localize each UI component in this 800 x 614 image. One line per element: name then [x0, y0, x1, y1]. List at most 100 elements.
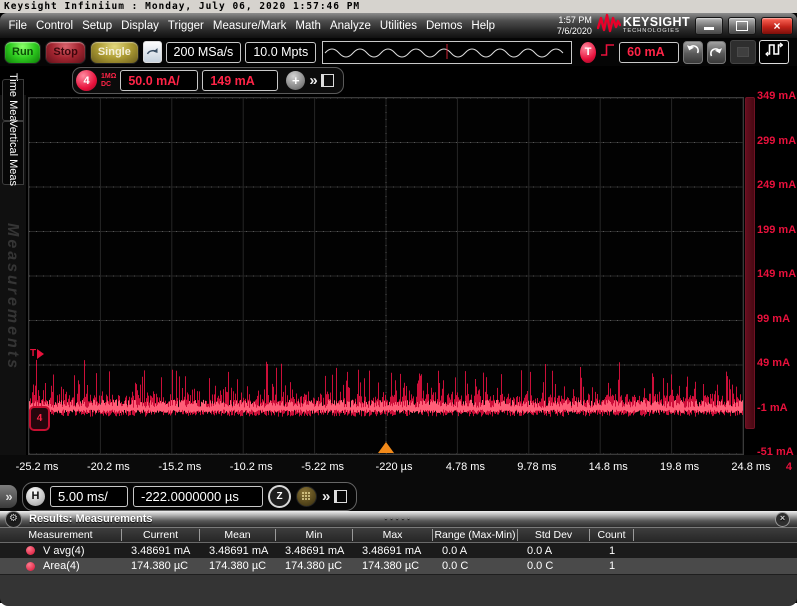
column-header-current[interactable]: Current	[122, 529, 200, 541]
expand-chevron-icon[interactable]: »	[309, 73, 316, 88]
horizontal-position-field[interactable]: -222.0000000 µs	[133, 486, 263, 507]
redo-icon	[709, 46, 723, 59]
column-header-count[interactable]: Count	[590, 529, 634, 541]
value-cell: 1	[590, 560, 634, 572]
column-header-filler	[634, 529, 797, 541]
zoom-button[interactable]: Z	[268, 485, 291, 508]
screen: Keysight Infiniium : Monday, July 06, 20…	[0, 0, 800, 614]
trigger-level-marker[interactable]: T	[30, 348, 44, 359]
menu-item-trigger[interactable]: Trigger	[163, 20, 208, 32]
column-header-min[interactable]: Min	[276, 529, 353, 541]
trigger-button[interactable]: T	[580, 42, 596, 63]
keysight-spark-icon	[597, 13, 621, 38]
vertical-offset-field[interactable]: 149 mA	[202, 70, 278, 91]
sidebar-tab-vertical-meas[interactable]: Vertical Meas	[2, 121, 24, 185]
maximize-button[interactable]	[728, 17, 756, 35]
undo-button[interactable]	[683, 41, 702, 64]
channel-setup-row: 4 1MΩ DC 50.0 mA/ 149 mA + »	[0, 66, 797, 95]
waveform-preview[interactable]	[322, 41, 572, 64]
touch-button[interactable]	[143, 41, 162, 63]
channel-coupling: 1MΩ DC	[101, 73, 116, 88]
waveform-tools-button[interactable]	[759, 40, 789, 64]
channel-4-button[interactable]: 4	[76, 70, 97, 91]
menu-items: FileControlSetupDisplayTriggerMeasure/Ma…	[4, 20, 500, 32]
close-button[interactable]: ×	[761, 17, 793, 35]
menu-item-math[interactable]: Math	[291, 20, 326, 32]
y-axis-label: 149 mA	[757, 268, 797, 280]
measurement-color-dot	[26, 546, 35, 555]
measurements-watermark: Measurements	[3, 223, 21, 371]
x-axis-label: -5.22 ms	[301, 461, 344, 473]
measurement-name-cell: Area(4)	[0, 560, 122, 572]
gear-icon[interactable]: ⚙	[5, 511, 22, 528]
timebase-field[interactable]: 5.00 ms/	[50, 486, 128, 507]
y-axis-label: 99 mA	[757, 313, 797, 325]
table-row[interactable]: V avg(4)3.48691 mA3.48691 mA3.48691 mA3.…	[0, 543, 797, 558]
menu-item-analyze[interactable]: Analyze	[325, 20, 375, 32]
horizontal-controls-row: » H 5.00 ms/ -222.0000000 µs Z »	[0, 481, 797, 511]
x-axis-label: -15.2 ms	[158, 461, 201, 473]
dock-panel-icon[interactable]	[334, 490, 347, 503]
menu-item-measure-mark[interactable]: Measure/Mark	[208, 20, 291, 32]
menu-item-help[interactable]: Help	[467, 20, 500, 32]
expand-chevron-icon[interactable]: »	[322, 489, 329, 504]
keysight-logo: KEYSIGHT TECHNOLOGIES	[597, 13, 690, 38]
dock-panel-icon[interactable]	[321, 74, 334, 87]
column-header-mean[interactable]: Mean	[200, 529, 276, 541]
vertical-scale-bar[interactable]	[745, 97, 755, 429]
trigger-level-field[interactable]: 60 mA	[619, 42, 679, 63]
x-axis-label: -220 µs	[376, 461, 413, 473]
drag-grip-icon[interactable]: ·····	[384, 513, 412, 525]
sample-rate-field[interactable]: 200 MSa/s	[166, 42, 242, 63]
scope-main: Measurements Time MeasVertical Meas T 4 …	[0, 95, 797, 455]
waveform-display[interactable]	[28, 97, 744, 455]
results-panel-header[interactable]: ⚙ Results: Measurements ····· ×	[0, 511, 797, 527]
stop-button[interactable]: Stop	[45, 41, 85, 64]
redo-button[interactable]	[707, 41, 726, 64]
single-button[interactable]: Single	[90, 41, 139, 64]
touch-gesture-icon	[146, 43, 159, 61]
value-cell: 1	[590, 545, 634, 557]
channel-ground-marker[interactable]: 4	[29, 406, 50, 431]
results-title: Results: Measurements	[29, 513, 153, 525]
waveform-plot[interactable]	[29, 98, 743, 454]
horizontal-button[interactable]: H	[26, 487, 45, 506]
sidebar-tab-time-meas[interactable]: Time Meas	[2, 79, 24, 121]
channel-badge: 4	[786, 461, 792, 473]
left-sidebar: Measurements Time MeasVertical Meas	[0, 95, 26, 455]
acquisition-toolbar: Run Stop Single 200 MSa/s 10.0 Mpts T 60…	[0, 38, 797, 66]
menu-item-demos[interactable]: Demos	[421, 20, 466, 32]
x-axis-label: -20.2 ms	[87, 461, 130, 473]
channel-coupling-mode: DC	[101, 81, 116, 88]
value-cell: 174.380 µC	[200, 560, 276, 572]
menu-item-setup[interactable]: Setup	[78, 20, 117, 32]
panel-footer	[0, 574, 797, 606]
results-close-button[interactable]: ×	[775, 512, 790, 527]
panel-expander-button[interactable]: »	[0, 485, 17, 508]
measurement-name: V avg(4)	[43, 545, 85, 557]
column-header-range-max-min[interactable]: Range (Max-Min)	[433, 529, 518, 541]
window-title: Keysight Infiniium : Monday, July 06, 20…	[4, 1, 360, 12]
menu-item-utilities[interactable]: Utilities	[375, 20, 421, 32]
table-row[interactable]: Area(4)174.380 µC174.380 µC174.380 µC174…	[0, 558, 797, 574]
trigger-time-marker[interactable]	[378, 442, 394, 453]
column-header-max[interactable]: Max	[353, 529, 433, 541]
trigger-arrow-icon	[37, 349, 44, 359]
navigate-knob-button[interactable]	[296, 486, 317, 507]
run-button[interactable]: Run	[4, 41, 41, 64]
menu-item-file[interactable]: File	[4, 20, 32, 32]
value-cell: 3.48691 mA	[276, 545, 353, 557]
knob-dots-icon	[302, 492, 304, 494]
close-icon: ×	[773, 19, 780, 33]
vertical-scale-field[interactable]: 50.0 mA/	[120, 70, 198, 91]
menu-item-display[interactable]: Display	[117, 20, 164, 32]
menu-item-control[interactable]: Control	[32, 20, 78, 32]
secondary-tool-button[interactable]	[730, 40, 756, 64]
value-cell: 3.48691 mA	[122, 545, 200, 557]
window-title-bar[interactable]: Keysight Infiniium : Monday, July 06, 20…	[0, 0, 797, 13]
column-header-measurement[interactable]: Measurement	[0, 529, 122, 541]
column-header-std-dev[interactable]: Std Dev	[518, 529, 590, 541]
minimize-button[interactable]	[695, 17, 723, 35]
memory-depth-field[interactable]: 10.0 Mpts	[245, 42, 316, 63]
add-channel-button[interactable]: +	[286, 71, 305, 90]
